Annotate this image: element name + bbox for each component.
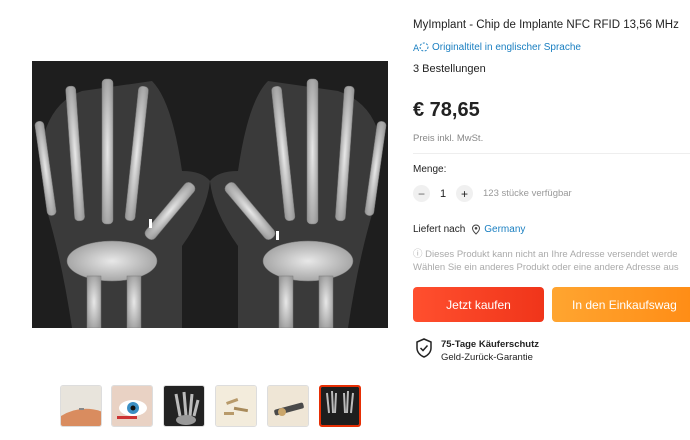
ship-country-link[interactable]: Germany — [484, 224, 525, 235]
order-count: 3 Bestellungen — [413, 63, 486, 75]
quantity-label: Menge: — [413, 164, 447, 175]
quantity-decrease-button[interactable]: − — [413, 185, 430, 202]
thumbnail-implant-chips[interactable] — [215, 385, 257, 427]
shipping-warning-line2: Wählen Sie ein anderes Produkt oder eine… — [413, 262, 679, 273]
translate-link-label[interactable]: Originaltitel in englischer Sprache — [432, 42, 581, 53]
thumbnail-hands-xray[interactable] — [319, 385, 361, 427]
location-pin-icon — [472, 224, 481, 235]
buyer-protection-title: 75-Tage Käuferschutz — [441, 339, 540, 350]
thumbnail-chip-injector[interactable] — [267, 385, 309, 427]
shield-check-icon — [416, 338, 432, 358]
thumbnail-hand-xray[interactable] — [163, 385, 205, 427]
divider — [413, 153, 690, 154]
product-price: € 78,65 — [413, 99, 480, 121]
product-title: MyImplant - Chip de Implante NFC RFID 13… — [413, 19, 679, 31]
buy-now-button[interactable]: Jetzt kaufen — [413, 287, 544, 322]
shipping-warning: ⓘ Dieses Produkt kann nicht an Ihre Adre… — [413, 248, 679, 274]
translate-icon: A — [413, 42, 429, 53]
shipping-destination: Liefert nach Germany — [413, 224, 525, 235]
thumbnail-finger-implant[interactable] — [60, 385, 102, 427]
vat-note: Preis inkl. MwSt. — [413, 133, 484, 144]
quantity-stepper: − 1 + 123 stücke verfügbar — [413, 185, 572, 202]
quantity-increase-button[interactable]: + — [456, 185, 473, 202]
svg-text:A: A — [413, 44, 420, 53]
stock-available: 123 stücke verfügbar — [483, 188, 572, 199]
translate-link[interactable]: A Originaltitel in englischer Sprache — [413, 41, 581, 54]
add-to-cart-button[interactable]: In den Einkaufswag — [552, 287, 690, 322]
ship-to-label: Liefert nach — [413, 224, 466, 235]
buyer-protection-subtitle: Geld-Zurück-Garantie — [441, 352, 533, 363]
main-product-image[interactable] — [32, 61, 388, 328]
thumbnail-eye-closeup[interactable] — [111, 385, 153, 427]
shipping-warning-line1: ⓘ Dieses Produkt kann nicht an Ihre Adre… — [413, 249, 678, 260]
quantity-input[interactable]: 1 — [430, 188, 456, 200]
buyer-protection: 75-Tage Käuferschutz Geld-Zurück-Garanti… — [415, 338, 539, 364]
